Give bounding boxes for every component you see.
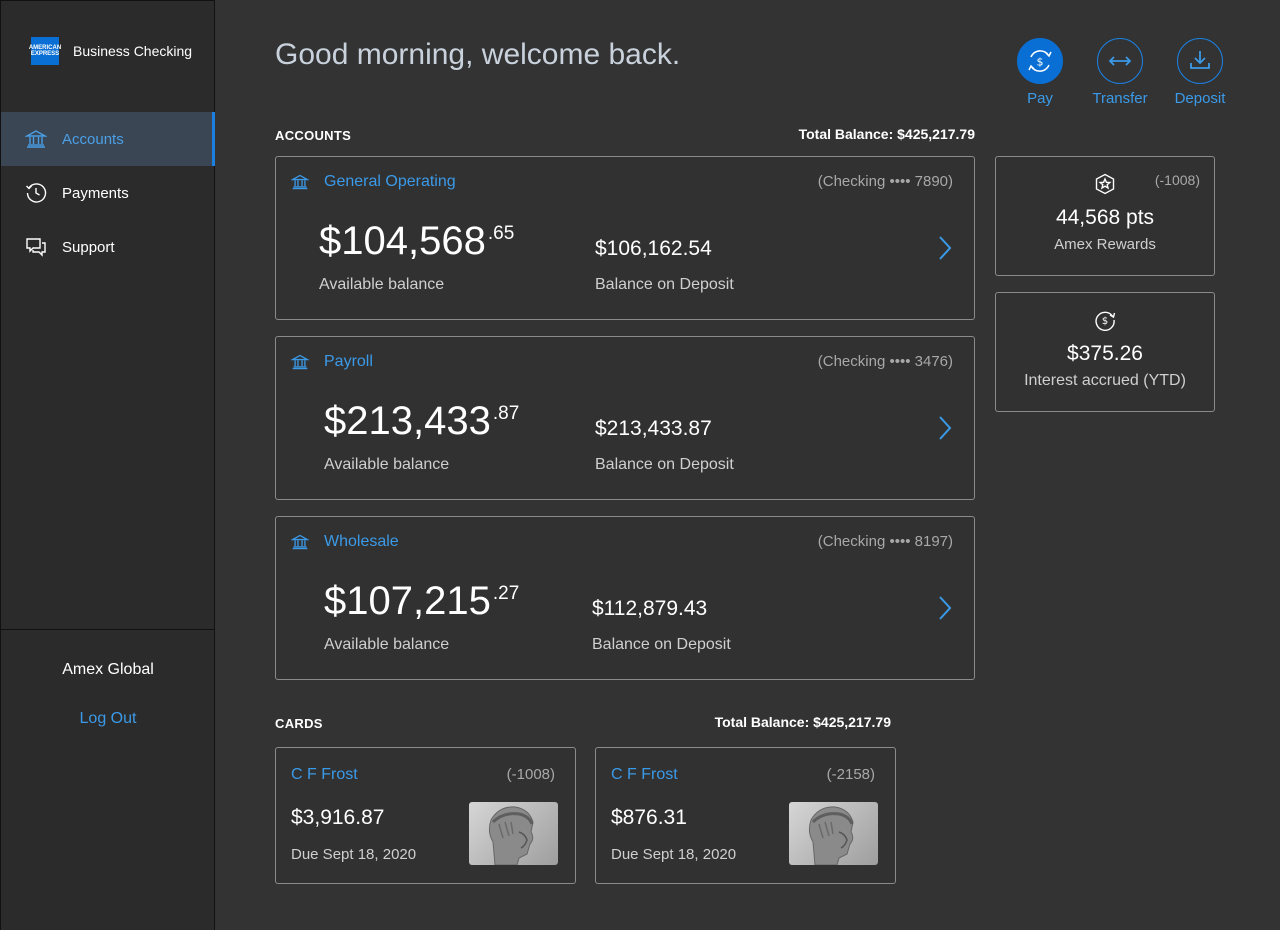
interest-label: Interest accrued (YTD) [1024, 372, 1186, 389]
account-name[interactable]: General Operating [324, 173, 456, 191]
dollar-cycle-icon: $ [1094, 309, 1116, 336]
brand-title: Business Checking [73, 43, 193, 59]
deposit-button[interactable]: Deposit [1160, 38, 1240, 107]
card-balance: $876.31 [611, 806, 687, 829]
accounts-heading: ACCOUNTS [275, 128, 352, 143]
sidebar-item-accounts[interactable]: Accounts [1, 112, 215, 166]
cards-total: Total Balance: $425,217.79 [714, 714, 891, 730]
card-balance: $3,916.87 [291, 806, 385, 829]
chat-icon [25, 236, 47, 258]
user-name: Amex Global [62, 661, 154, 678]
bank-icon [25, 128, 47, 150]
account-card-general-operating[interactable]: General Operating (Checking •••• 7890) $… [275, 156, 975, 320]
sidebar-item-payments[interactable]: Payments [1, 166, 215, 220]
transfer-label: Transfer [1092, 90, 1148, 107]
deposit-label: Deposit [1174, 90, 1226, 107]
card-number: (-2158) [826, 766, 875, 783]
account-name[interactable]: Wholesale [324, 533, 399, 551]
account-name[interactable]: Payroll [324, 353, 373, 371]
account-number: (Checking •••• 3476) [817, 353, 953, 370]
available-balance-cents: .65 [487, 223, 515, 244]
card-due-date: Due Sept 18, 2020 [291, 846, 417, 863]
available-balance-label: Available balance [324, 636, 450, 653]
available-balance: $104,568.65 [319, 219, 514, 264]
card-holder-name[interactable]: C F Frost [611, 766, 678, 784]
chevron-right-icon[interactable] [938, 234, 952, 267]
sidebar: AMERICAN EXPRESS Business Checking Accoun… [0, 0, 215, 930]
svg-text:$: $ [1102, 316, 1108, 327]
amex-logo-icon[interactable]: AMERICAN EXPRESS [29, 37, 61, 65]
account-card-wholesale[interactable]: Wholesale (Checking •••• 8197) $107,215.… [275, 516, 975, 680]
account-number: (Checking •••• 7890) [817, 173, 953, 190]
card-number: (-1008) [506, 766, 555, 783]
interest-value: $375.26 [1067, 342, 1143, 365]
deposit-balance: $213,433.87 [595, 417, 712, 440]
star-badge-icon [1094, 173, 1116, 200]
sidebar-item-support[interactable]: Support [1, 220, 215, 274]
sidebar-item-label: Accounts [62, 130, 124, 148]
card-image [789, 802, 878, 865]
account-card-payroll[interactable]: Payroll (Checking •••• 3476) $213,433.87… [275, 336, 975, 500]
transfer-icon [1097, 38, 1143, 84]
rewards-points: 44,568 pts [1055, 206, 1155, 229]
available-balance: $213,433.87 [324, 399, 519, 444]
interest-card[interactable]: $ $375.26 Interest accrued (YTD) [995, 292, 1215, 412]
available-balance: $107,215.27 [324, 579, 519, 624]
accounts-total: Total Balance: $425,217.79 [798, 126, 975, 142]
clock-icon [25, 182, 47, 204]
svg-text:$: $ [1037, 56, 1044, 69]
chevron-right-icon[interactable] [938, 594, 952, 627]
deposit-balance-label: Balance on Deposit [595, 276, 734, 293]
chevron-right-icon[interactable] [938, 414, 952, 447]
bank-icon [290, 173, 310, 196]
available-balance-label: Available balance [324, 456, 450, 473]
card-due-date: Due Sept 18, 2020 [611, 846, 737, 863]
sidebar-item-label: Support [62, 238, 115, 256]
rewards-label: Amex Rewards [1054, 236, 1156, 253]
available-balance-cents: .87 [492, 403, 520, 424]
pay-label: Pay [1027, 90, 1053, 107]
pay-icon: $ [1017, 38, 1063, 84]
sidebar-nav: Accounts Payments Support [1, 112, 215, 274]
transfer-button[interactable]: Transfer [1080, 38, 1160, 107]
deposit-balance: $112,879.43 [592, 597, 708, 620]
deposit-balance-label: Balance on Deposit [595, 456, 734, 473]
credit-card-1008[interactable]: C F Frost (-1008) $3,916.87 Due Sept 18,… [275, 747, 576, 884]
bank-icon [290, 533, 310, 556]
deposit-balance: $106,162.54 [595, 237, 712, 260]
bank-icon [290, 353, 310, 376]
credit-card-2158[interactable]: C F Frost (-2158) $876.31 Due Sept 18, 2… [595, 747, 896, 884]
available-balance-whole: $107,215 [324, 579, 491, 623]
quick-actions: $ Pay Transfer Deposit [1000, 38, 1240, 107]
deposit-balance-label: Balance on Deposit [592, 636, 731, 653]
available-balance-label: Available balance [319, 276, 445, 293]
available-balance-whole: $104,568 [319, 219, 486, 263]
page-title: Good morning, welcome back. [275, 38, 681, 71]
brand: AMERICAN EXPRESS Business Checking [29, 37, 193, 65]
account-number: (Checking •••• 8197) [817, 533, 953, 550]
rewards-account: (-1008) [1154, 172, 1200, 188]
sidebar-footer: Amex Global Log Out [1, 629, 215, 930]
cards-heading: CARDS [275, 716, 323, 731]
rewards-card[interactable]: (-1008) 44,568 pts Amex Rewards [995, 156, 1215, 276]
available-balance-cents: .27 [492, 583, 520, 604]
card-holder-name[interactable]: C F Frost [291, 766, 358, 784]
logout-link[interactable]: Log Out [1, 710, 215, 728]
available-balance-whole: $213,433 [324, 399, 491, 443]
card-image [469, 802, 558, 865]
sidebar-item-label: Payments [62, 184, 129, 202]
pay-button[interactable]: $ Pay [1000, 38, 1080, 107]
deposit-icon [1177, 38, 1223, 84]
